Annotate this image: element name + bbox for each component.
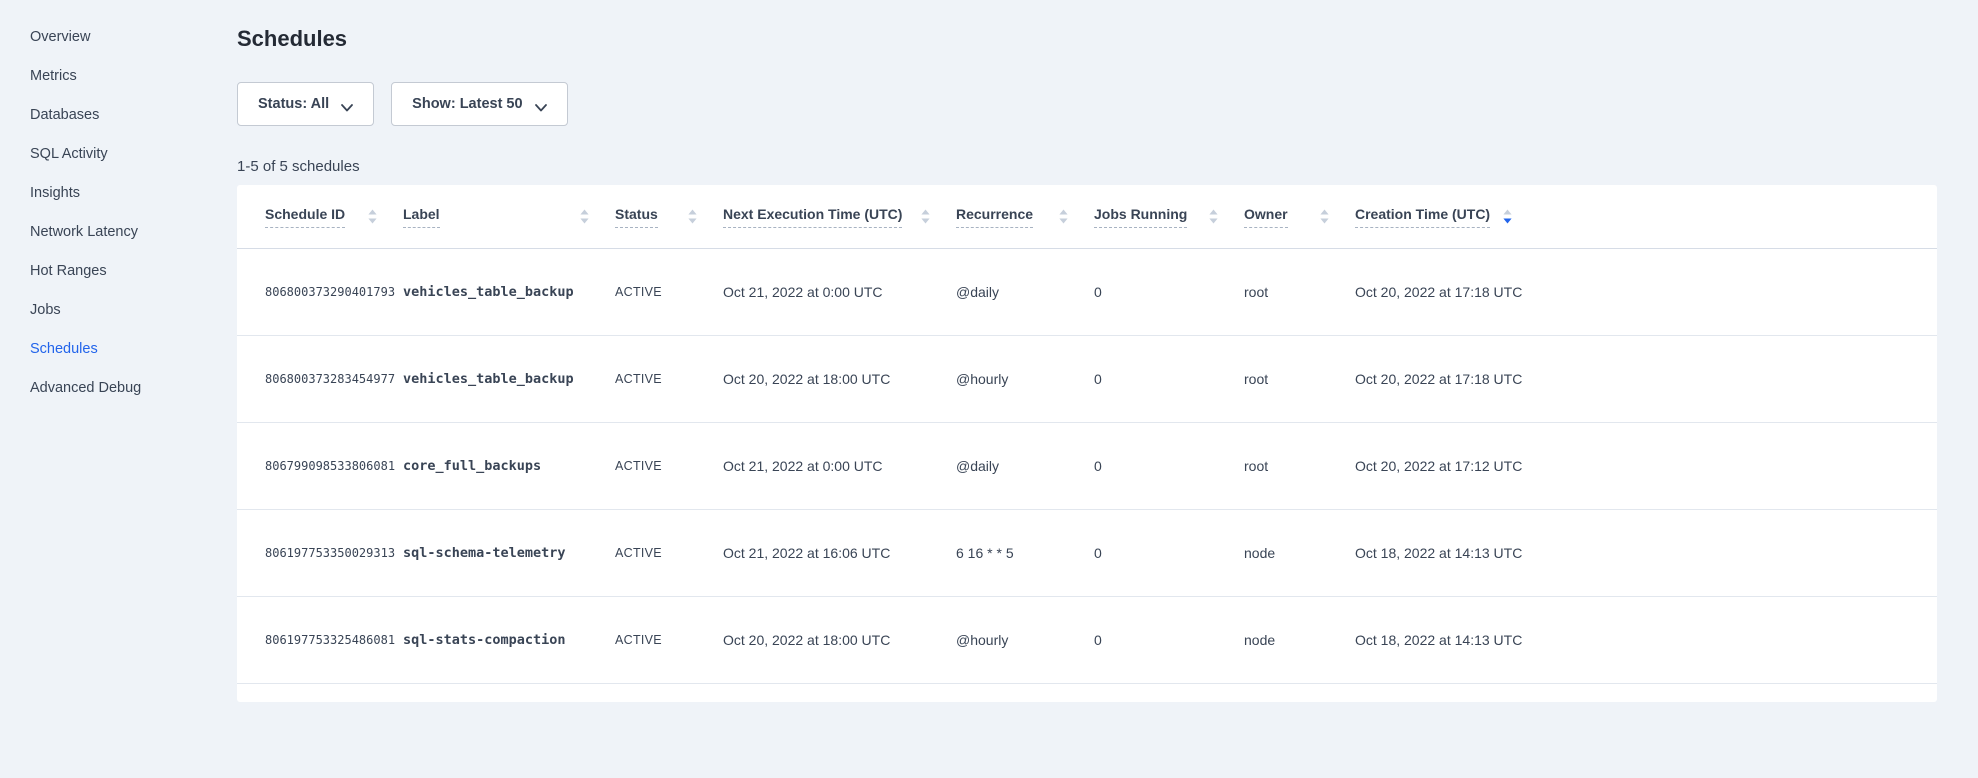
column-header-schedule-id[interactable]: Schedule ID	[265, 206, 403, 228]
cell-creation-time: Oct 18, 2022 at 14:13 UTC	[1355, 545, 1909, 561]
cell-creation-time: Oct 20, 2022 at 17:12 UTC	[1355, 458, 1909, 474]
sidebar-item-overview[interactable]: Overview	[0, 18, 237, 57]
show-filter-label: Show: Latest 50	[412, 96, 522, 112]
sort-icon[interactable]	[368, 209, 377, 224]
cell-jobs-running: 0	[1094, 632, 1244, 648]
app-root: OverviewMetricsDatabasesSQL ActivityInsi…	[0, 0, 1978, 778]
column-header-label: Owner	[1244, 206, 1288, 228]
cell-jobs-running: 0	[1094, 371, 1244, 387]
cell-status: ACTIVE	[615, 546, 723, 560]
cell-status: ACTIVE	[615, 459, 723, 473]
cell-recurrence: @daily	[956, 284, 1094, 300]
sort-icon[interactable]	[921, 209, 930, 224]
sidebar-item-schedules[interactable]: Schedules	[0, 330, 237, 369]
cell-creation-time: Oct 20, 2022 at 17:18 UTC	[1355, 284, 1909, 300]
cell-recurrence: @hourly	[956, 632, 1094, 648]
cell-next-execution-time: Oct 20, 2022 at 18:00 UTC	[723, 371, 956, 387]
cell-label: sql-stats-compaction	[403, 632, 615, 648]
table-row: 806800373290401793vehicles_table_backupA…	[237, 249, 1937, 336]
cell-jobs-running: 0	[1094, 545, 1244, 561]
cell-schedule-id: 806800373283454977	[265, 372, 403, 386]
cell-schedule-id: 806197753350029313	[265, 546, 403, 560]
cell-jobs-running: 0	[1094, 458, 1244, 474]
column-header-label: Recurrence	[956, 206, 1033, 228]
column-header-status[interactable]: Status	[615, 206, 723, 228]
show-filter-dropdown[interactable]: Show: Latest 50	[391, 82, 567, 126]
column-header-recurrence[interactable]: Recurrence	[956, 206, 1094, 228]
sort-icon[interactable]	[1503, 209, 1512, 224]
cell-next-execution-time: Oct 21, 2022 at 0:00 UTC	[723, 284, 956, 300]
table-body: 806800373290401793vehicles_table_backupA…	[237, 249, 1937, 684]
schedules-table-card: Schedule ID Label Status Next Execution Tim…	[237, 185, 1937, 702]
cell-status: ACTIVE	[615, 633, 723, 647]
cell-next-execution-time: Oct 21, 2022 at 0:00 UTC	[723, 458, 956, 474]
cell-next-execution-time: Oct 21, 2022 at 16:06 UTC	[723, 545, 956, 561]
sidebar-item-advanced-debug[interactable]: Advanced Debug	[0, 369, 237, 408]
column-header-label: Status	[615, 206, 658, 228]
table-row: 806197753350029313sql-schema-telemetryAC…	[237, 510, 1937, 597]
cell-owner: node	[1244, 632, 1355, 648]
cell-label: sql-schema-telemetry	[403, 545, 615, 561]
cell-owner: root	[1244, 284, 1355, 300]
sidebar-nav: OverviewMetricsDatabasesSQL ActivityInsi…	[0, 0, 237, 778]
cell-recurrence: @daily	[956, 458, 1094, 474]
cell-label: vehicles_table_backup	[403, 284, 615, 300]
sort-icon[interactable]	[1059, 209, 1068, 224]
cell-next-execution-time: Oct 20, 2022 at 18:00 UTC	[723, 632, 956, 648]
column-header-label: Jobs Running	[1094, 206, 1187, 228]
sort-icon[interactable]	[580, 209, 589, 224]
table-row: 806799098533806081core_full_backupsACTIV…	[237, 423, 1937, 510]
sort-icon[interactable]	[1320, 209, 1329, 224]
column-header-jobs-running[interactable]: Jobs Running	[1094, 206, 1244, 228]
chevron-down-icon	[535, 100, 547, 108]
column-header-label: Schedule ID	[265, 206, 345, 228]
sidebar-item-jobs[interactable]: Jobs	[0, 291, 237, 330]
sidebar-item-databases[interactable]: Databases	[0, 96, 237, 135]
cell-creation-time: Oct 20, 2022 at 17:18 UTC	[1355, 371, 1909, 387]
cell-schedule-id: 806197753325486081	[265, 633, 403, 647]
sort-icon[interactable]	[688, 209, 697, 224]
cell-owner: root	[1244, 371, 1355, 387]
cell-jobs-running: 0	[1094, 284, 1244, 300]
table-row: 806197753325486081sql-stats-compactionAC…	[237, 597, 1937, 684]
status-filter-label: Status: All	[258, 96, 329, 112]
status-filter-dropdown[interactable]: Status: All	[237, 82, 374, 126]
cell-owner: root	[1244, 458, 1355, 474]
page-title: Schedules	[237, 26, 1937, 52]
chevron-down-icon	[341, 100, 353, 108]
column-header-label[interactable]: Label	[403, 206, 615, 228]
results-count: 1-5 of 5 schedules	[237, 158, 1937, 175]
cell-schedule-id: 806799098533806081	[265, 459, 403, 473]
table-row: 806800373283454977vehicles_table_backupA…	[237, 336, 1937, 423]
cell-schedule-id: 806800373290401793	[265, 285, 403, 299]
column-header-label: Next Execution Time (UTC)	[723, 206, 902, 228]
sidebar-item-hot-ranges[interactable]: Hot Ranges	[0, 252, 237, 291]
filter-bar: Status: All Show: Latest 50	[237, 82, 1937, 126]
cell-label: vehicles_table_backup	[403, 371, 615, 387]
sidebar-item-network-latency[interactable]: Network Latency	[0, 213, 237, 252]
cell-owner: node	[1244, 545, 1355, 561]
sidebar-item-sql-activity[interactable]: SQL Activity	[0, 135, 237, 174]
column-header-next-execution-time[interactable]: Next Execution Time (UTC)	[723, 206, 956, 228]
main-content: Schedules Status: All Show: Latest 50 1-…	[237, 0, 1978, 778]
column-header-owner[interactable]: Owner	[1244, 206, 1355, 228]
column-header-creation-time[interactable]: Creation Time (UTC)	[1355, 206, 1909, 228]
cell-creation-time: Oct 18, 2022 at 14:13 UTC	[1355, 632, 1909, 648]
sidebar-item-metrics[interactable]: Metrics	[0, 57, 237, 96]
table-header-row: Schedule ID Label Status Next Execution Tim…	[237, 185, 1937, 249]
sort-icon[interactable]	[1209, 209, 1218, 224]
cell-status: ACTIVE	[615, 285, 723, 299]
sidebar-item-insights[interactable]: Insights	[0, 174, 237, 213]
cell-status: ACTIVE	[615, 372, 723, 386]
cell-recurrence: @hourly	[956, 371, 1094, 387]
cell-label: core_full_backups	[403, 458, 615, 474]
column-header-label: Creation Time (UTC)	[1355, 206, 1490, 228]
column-header-label: Label	[403, 206, 440, 228]
cell-recurrence: 6 16 * * 5	[956, 545, 1094, 561]
